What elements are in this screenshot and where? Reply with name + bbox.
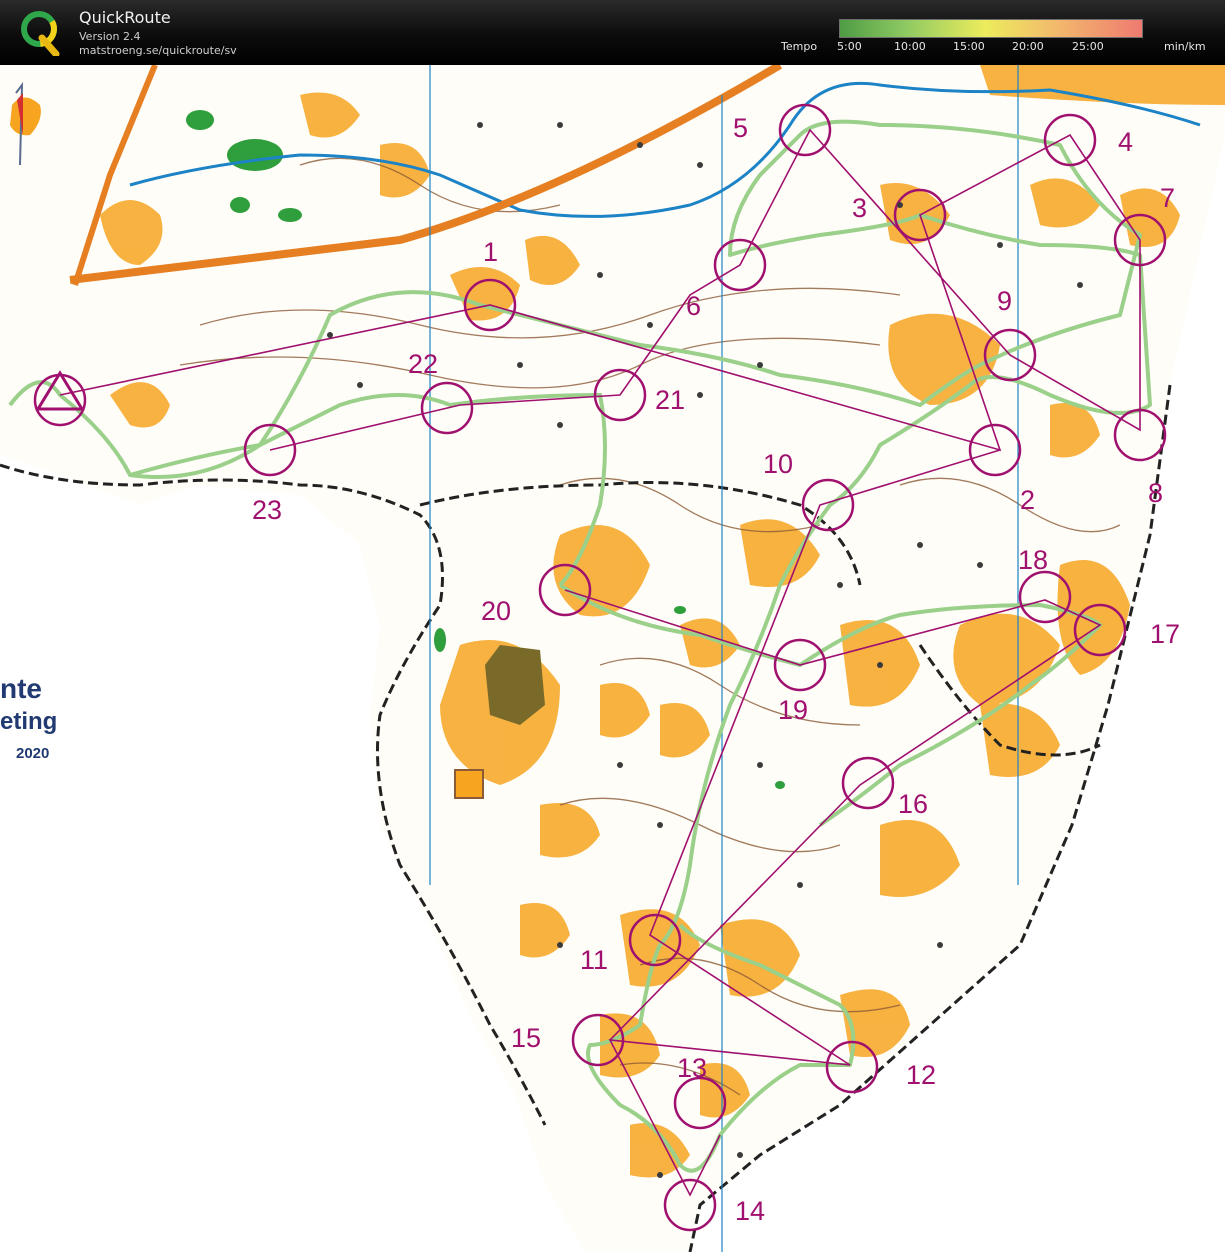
tempo-tick: 20:00 <box>1012 40 1044 53</box>
tempo-tick: 25:00 <box>1072 40 1104 53</box>
tempo-tick: 15:00 <box>953 40 985 53</box>
control-number: 23 <box>252 495 282 525</box>
control-number: 14 <box>735 1196 765 1226</box>
control-number: 15 <box>511 1023 541 1053</box>
control-number: 17 <box>1150 619 1180 649</box>
app-version: Version 2.4 <box>79 30 141 43</box>
control-number: 10 <box>763 449 793 479</box>
control-number: 9 <box>997 286 1012 316</box>
tempo-tick: 5:00 <box>837 40 862 53</box>
control-number: 19 <box>778 695 808 725</box>
control-number: 16 <box>898 789 928 819</box>
app-title: QuickRoute <box>79 8 171 27</box>
control-number: 3 <box>852 193 867 223</box>
control-number: 21 <box>655 385 685 415</box>
control-number: 2 <box>1020 485 1035 515</box>
control-number: 11 <box>580 945 608 975</box>
tempo-unit: min/km <box>1164 40 1206 53</box>
control-number: 5 <box>733 113 748 143</box>
tempo-color-scale <box>839 19 1143 38</box>
svg-text:eting: eting <box>0 708 57 735</box>
svg-text:2020: 2020 <box>16 745 49 762</box>
control-number: 1 <box>483 237 498 267</box>
tempo-label: Tempo <box>781 40 818 53</box>
control-number: 6 <box>686 291 701 321</box>
open-area <box>454 769 484 799</box>
app-url[interactable]: matstroeng.se/quickroute/sv <box>79 44 237 57</box>
control-number: 4 <box>1118 127 1133 157</box>
control-number: 20 <box>481 596 511 626</box>
control-number: 13 <box>677 1053 707 1083</box>
tempo-tick: 10:00 <box>894 40 926 53</box>
control-number: 8 <box>1148 478 1163 508</box>
control-number: 22 <box>408 349 438 379</box>
control-number: 7 <box>1160 183 1175 213</box>
control-number: 12 <box>906 1060 936 1090</box>
svg-text:nte: nte <box>0 673 42 704</box>
control-number: 18 <box>1018 545 1048 575</box>
sponsor-logo: nte eting 2020 <box>0 673 57 762</box>
orienteering-map[interactable]: 1 2 3 4 5 6 7 8 9 10 11 12 13 14 15 16 1… <box>0 65 1225 1252</box>
app-header: QuickRoute Version 2.4 matstroeng.se/qui… <box>0 0 1225 65</box>
quickroute-logo-icon <box>21 11 60 56</box>
